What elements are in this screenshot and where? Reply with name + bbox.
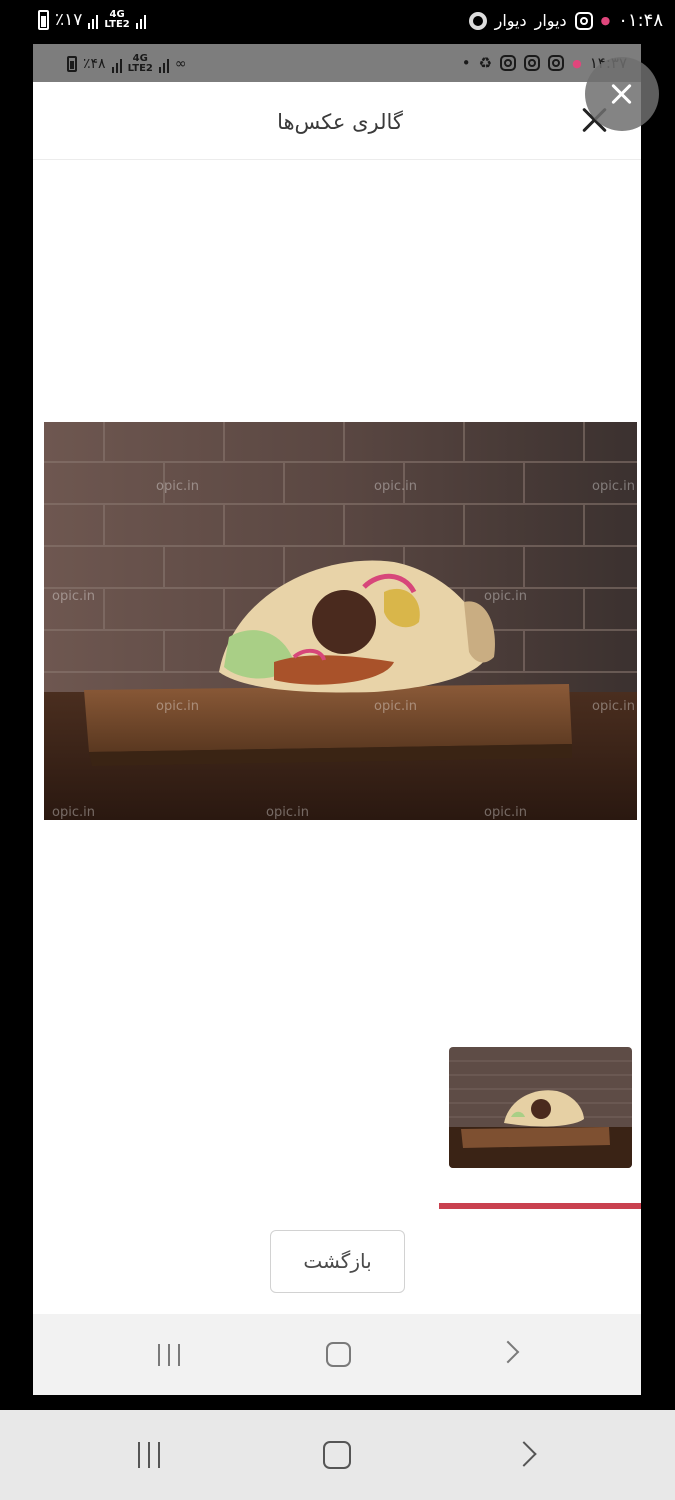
signal-icon-2 bbox=[135, 11, 146, 29]
inner-status-left: ٪۴۸ 4G LTE2 ∞ bbox=[67, 54, 187, 74]
app-label-1: دیوار bbox=[534, 11, 567, 30]
svg-text:opic.in: opic.in bbox=[52, 589, 95, 604]
home-icon[interactable] bbox=[297, 1410, 377, 1500]
battery-level: ٪۴۸ bbox=[83, 56, 106, 72]
inner-status-bar: ٪۴۸ 4GLTE2 ∞ ۱۴:۳۷ ● ♻ • bbox=[33, 44, 641, 82]
svg-text:opic.in: opic.in bbox=[52, 805, 95, 820]
main-image[interactable]: opic.in opic.in opic.in opic.in opic.in … bbox=[44, 422, 637, 820]
clock: ۰۱:۴۸ bbox=[618, 10, 663, 31]
svg-text:opic.in: opic.in bbox=[484, 805, 527, 820]
instagram-icon-2 bbox=[524, 55, 541, 71]
battery-icon bbox=[38, 10, 49, 30]
inner-screenshot: ٪۴۸ 4GLTE2 ∞ ۱۴:۳۷ ● ♻ • گالری عکس‌ها bbox=[33, 44, 641, 1395]
svg-text:opic.in: opic.in bbox=[156, 699, 199, 714]
notification-icon: ● bbox=[572, 56, 582, 70]
svg-text:opic.in: opic.in bbox=[592, 479, 635, 494]
outer-status-right: ۰۱:۴۸ ● دیوار دیوار bbox=[468, 10, 663, 31]
page-title: گالری عکس‌ها bbox=[277, 110, 403, 134]
svg-text:opic.in: opic.in bbox=[592, 699, 635, 714]
network-type: 4G LTE2 bbox=[127, 53, 153, 74]
svg-text:opic.in: opic.in bbox=[484, 589, 527, 604]
recents-icon[interactable] bbox=[129, 1314, 209, 1395]
sync-icon: ♻ bbox=[478, 54, 493, 72]
signal-icon bbox=[111, 55, 122, 73]
battery-icon bbox=[67, 56, 77, 72]
back-button[interactable]: بازگشت bbox=[270, 1230, 405, 1293]
instagram-icon bbox=[574, 11, 593, 30]
signal-icon-2 bbox=[158, 55, 169, 73]
svg-text:opic.in: opic.in bbox=[374, 699, 417, 714]
app-label-2: دیوار bbox=[494, 11, 527, 30]
gallery-header: گالری عکس‌ها bbox=[33, 82, 641, 160]
svg-text:opic.in: opic.in bbox=[156, 479, 199, 494]
recents-icon[interactable] bbox=[109, 1410, 189, 1500]
back-chevron-icon[interactable] bbox=[483, 1410, 563, 1500]
back-chevron-icon[interactable] bbox=[468, 1314, 548, 1395]
outer-status-left: ٪۱۷ 4G LTE2 bbox=[38, 10, 146, 30]
outer-status-bar: ٪۱۷ 4G LTE2 ۰۱:۴۸ ● دیوار دیوار bbox=[0, 0, 675, 44]
gallery-progress-bar bbox=[439, 1203, 641, 1209]
chrome-icon bbox=[468, 11, 487, 30]
notification-icon: ● bbox=[600, 14, 611, 27]
svg-text:opic.in: opic.in bbox=[266, 805, 309, 820]
battery-level: ٪۱۷ bbox=[55, 10, 83, 30]
inner-navigation-bar bbox=[33, 1314, 641, 1395]
zoom-close-icon[interactable] bbox=[585, 57, 659, 131]
dot-icon: • bbox=[461, 54, 471, 72]
svg-text:opic.in: opic.in bbox=[374, 479, 417, 494]
instagram-icon-3 bbox=[500, 55, 517, 71]
outer-navigation-bar bbox=[0, 1410, 675, 1500]
thumbnail-image[interactable] bbox=[449, 1047, 632, 1168]
network-type: 4G LTE2 bbox=[104, 9, 130, 30]
instagram-icon bbox=[548, 55, 565, 71]
signal-icon bbox=[88, 11, 99, 29]
link-icon: ∞ bbox=[174, 56, 187, 72]
home-icon[interactable] bbox=[298, 1314, 378, 1395]
